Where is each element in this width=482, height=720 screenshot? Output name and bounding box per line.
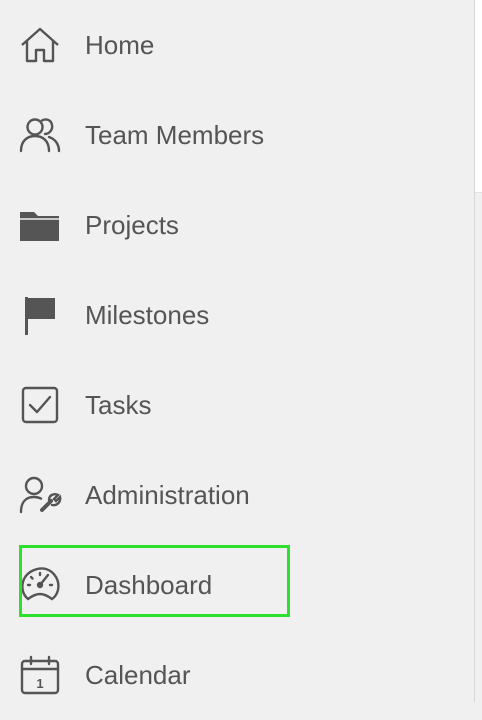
sidebar-item-milestones[interactable]: Milestones: [0, 270, 474, 360]
dashboard-gauge-icon: [18, 563, 62, 607]
team-members-icon: [18, 113, 62, 157]
sidebar-item-home[interactable]: Home: [0, 0, 474, 90]
sidebar-item-label: Projects: [85, 210, 179, 240]
checkbox-icon: [18, 383, 62, 427]
sidebar-item-label: Home: [85, 30, 155, 60]
admin-user-wrench-icon: [18, 473, 62, 517]
calendar-icon: 1: [18, 653, 62, 697]
calendar-day-number: 1: [36, 676, 43, 691]
sidebar-item-label: Calendar: [85, 660, 191, 690]
folder-icon: [18, 203, 62, 247]
sidebar-item-label: Milestones: [85, 300, 210, 330]
sidebar-item-dashboard[interactable]: Dashboard: [0, 540, 474, 630]
content-panel-edge: [475, 0, 482, 193]
sidebar-item-label: Dashboard: [85, 570, 213, 600]
sidebar-item-projects[interactable]: Projects: [0, 180, 474, 270]
sidebar-item-calendar[interactable]: 1 Calendar: [0, 630, 474, 720]
sidebar-item-label: Tasks: [85, 390, 152, 420]
sidebar-item-team-members[interactable]: Team Members: [0, 90, 474, 180]
sidebar-nav: Home Team Members Projects Milestones Ta…: [0, 0, 475, 702]
sidebar-item-administration[interactable]: Administration: [0, 450, 474, 540]
sidebar-item-tasks[interactable]: Tasks: [0, 360, 474, 450]
sidebar-item-label: Team Members: [85, 120, 265, 150]
sidebar-item-label: Administration: [85, 480, 250, 510]
flag-icon: [18, 293, 62, 337]
home-icon: [18, 23, 62, 67]
